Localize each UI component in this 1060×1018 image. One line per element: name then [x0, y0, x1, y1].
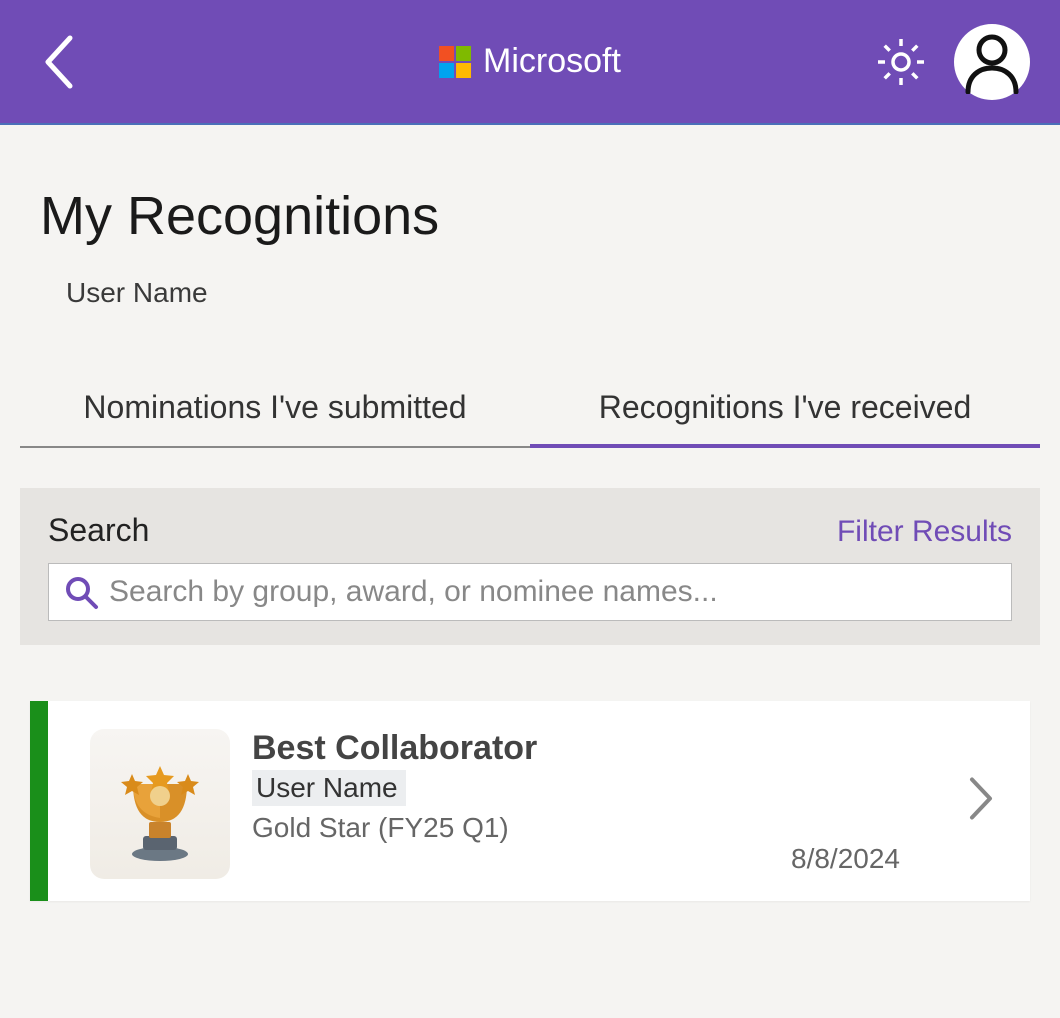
filter-results-link[interactable]: Filter Results [837, 515, 1012, 549]
tab-recognitions-received[interactable]: Recognitions I've received [530, 379, 1040, 446]
award-image [90, 729, 230, 879]
page-title: My Recognitions [40, 185, 1020, 247]
app-header: Microsoft [0, 0, 1060, 125]
search-icon [63, 574, 99, 610]
chevron-right-icon [966, 774, 996, 824]
profile-avatar[interactable] [954, 24, 1030, 100]
search-panel: Search Filter Results [20, 488, 1040, 645]
gear-icon [874, 35, 928, 89]
search-label: Search [48, 512, 149, 549]
recognition-date: 8/8/2024 [791, 843, 900, 875]
recognition-recipient: User Name [252, 770, 406, 806]
recognition-title: Best Collaborator [252, 729, 990, 768]
header-actions [872, 24, 1030, 100]
microsoft-logo-icon [439, 46, 471, 78]
card-text: Best Collaborator User Name Gold Star (F… [252, 729, 990, 844]
trophy-icon [105, 744, 215, 864]
person-icon [962, 30, 1022, 94]
tab-nominations-submitted[interactable]: Nominations I've submitted [20, 379, 530, 446]
tab-bar: Nominations I've submitted Recognitions … [20, 379, 1040, 448]
settings-button[interactable] [872, 33, 930, 91]
chevron-left-icon [40, 32, 80, 92]
brand: Microsoft [439, 42, 621, 81]
back-button[interactable] [30, 32, 90, 92]
search-input-container [48, 563, 1012, 621]
search-input[interactable] [109, 575, 997, 609]
current-user-name: User Name [40, 277, 1020, 309]
open-chevron [966, 774, 996, 829]
results-list: Best Collaborator User Name Gold Star (F… [40, 701, 1020, 901]
status-stripe [30, 701, 48, 901]
recognition-group: Gold Star (FY25 Q1) [252, 812, 990, 844]
recognition-card[interactable]: Best Collaborator User Name Gold Star (F… [30, 701, 1030, 901]
main-content: My Recognitions User Name Nominations I'… [0, 125, 1060, 901]
brand-name: Microsoft [483, 42, 621, 81]
